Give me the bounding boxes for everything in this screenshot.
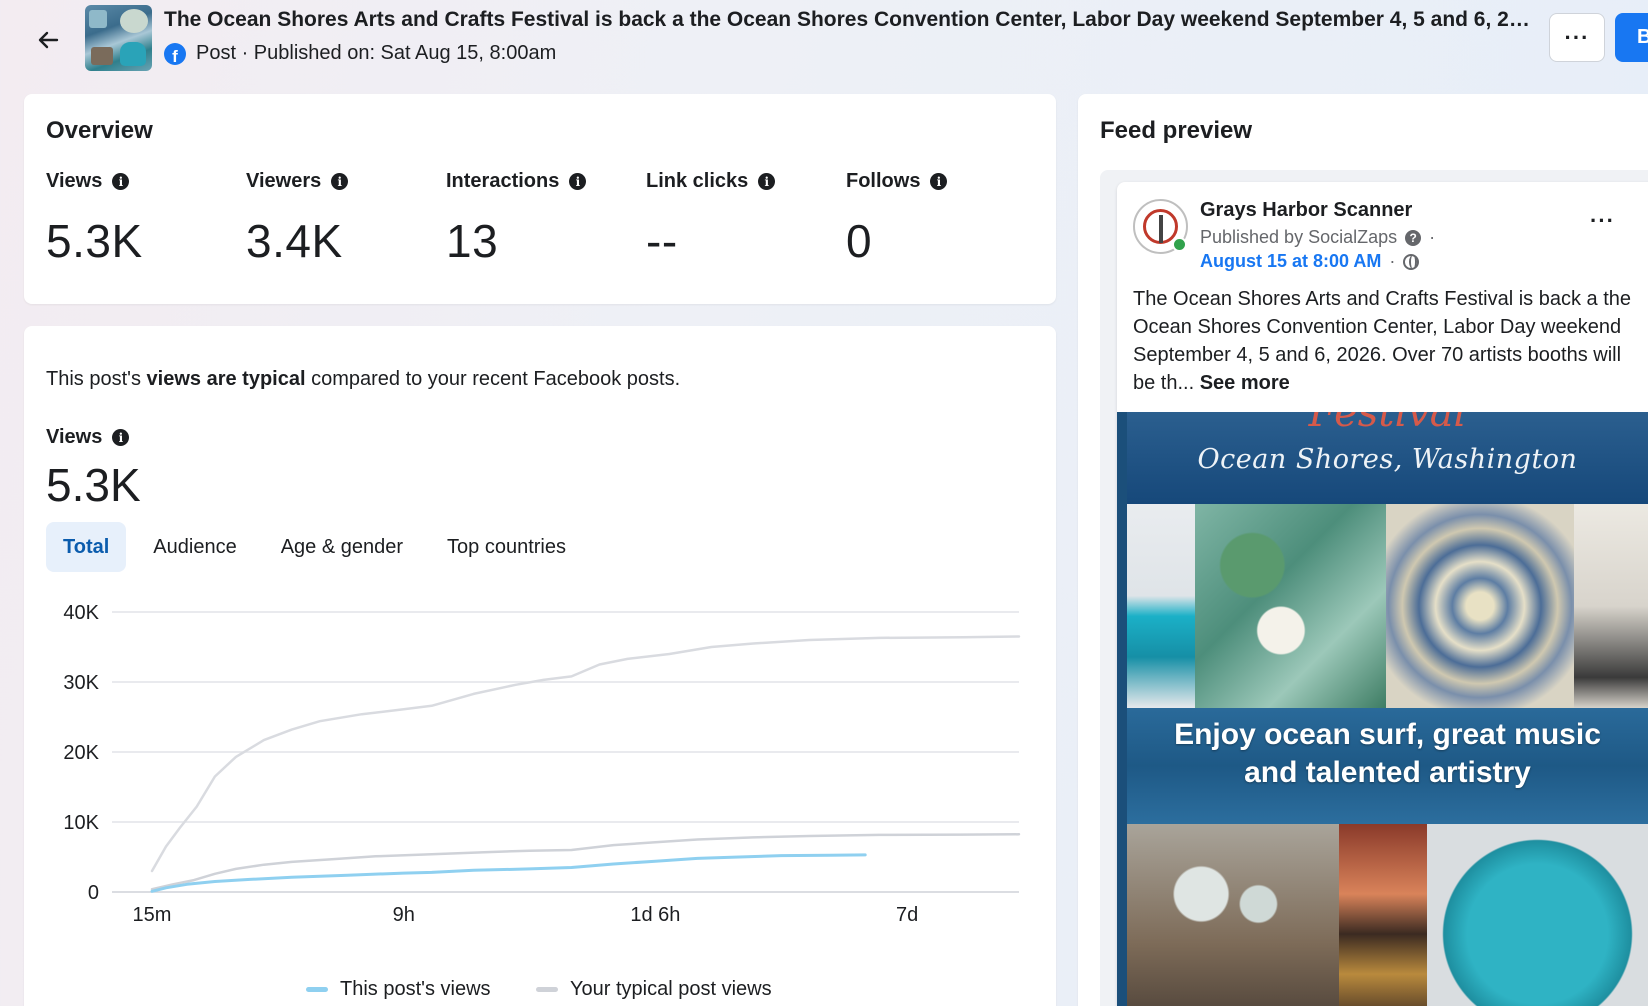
separator-dot: · — [1389, 251, 1396, 271]
metric-views: Views i 5.3K — [46, 170, 142, 267]
views-label: Views i — [46, 426, 130, 449]
metric-link-clicks: Link clicks i -- — [646, 170, 776, 267]
y-tick-label: 0 — [88, 882, 99, 904]
legend-this-post: This post's views — [306, 978, 491, 1001]
info-icon[interactable]: i — [112, 429, 130, 446]
globe-icon — [1403, 253, 1420, 270]
post-meta: f Post · Published on: Sat Aug 15, 8:00a… — [164, 42, 556, 65]
see-more-link[interactable]: See more — [1200, 372, 1290, 394]
breakdown-tabs: Total Audience Age & gender Top countrie… — [46, 522, 583, 572]
lamp-photo — [1339, 824, 1427, 1006]
question-icon[interactable]: ? — [1405, 229, 1422, 246]
image-photo-row-bottom — [1127, 824, 1648, 1006]
post-meta-text: Post · Published on: Sat Aug 15, 8:00am — [196, 42, 557, 64]
tab-audience[interactable]: Audience — [136, 522, 253, 572]
x-tick-label: 1d 6h — [630, 904, 680, 926]
facebook-icon: f — [164, 42, 186, 65]
overview-title: Overview — [46, 117, 153, 144]
tab-total[interactable]: Total — [46, 522, 127, 572]
x-tick-label: 15m — [133, 904, 172, 926]
hummingbird-photo — [1195, 504, 1386, 708]
metric-label: Follows — [846, 170, 921, 192]
tagline-line-1: Enjoy ocean surf, great music — [1174, 718, 1601, 751]
legend-typical: Your typical post views — [536, 978, 772, 1001]
feed-preview-title: Feed preview — [1100, 117, 1253, 144]
post-date-link[interactable]: August 15 at 8:00 AM — [1200, 251, 1381, 272]
series-line-1 — [150, 833, 1021, 891]
legend-label: This post's views — [340, 978, 491, 1000]
y-tick-label: 40K — [63, 602, 99, 624]
image-tagline: Enjoy ocean surf, great music and talente… — [1127, 716, 1648, 792]
post-image[interactable]: Festival Ocean Shores, Washington Enjoy … — [1117, 412, 1648, 1006]
metric-value: 13 — [446, 215, 499, 267]
back-button[interactable] — [30, 22, 66, 58]
legend-label: Your typical post views — [570, 978, 772, 1000]
metric-interactions: Interactions i 13 — [446, 170, 587, 267]
info-icon[interactable]: i — [112, 173, 130, 190]
image-location-text: Ocean Shores, Washington — [1197, 444, 1578, 475]
y-tick-label: 20K — [63, 742, 99, 764]
info-icon[interactable]: i — [930, 173, 948, 190]
overview-card — [24, 94, 1056, 304]
online-status-dot — [1172, 237, 1187, 252]
views-line-chart: 40K 30K 20K 10K 0 15m 9h 1d 6h 7d — [63, 602, 1021, 926]
summary-suffix: compared to your recent Facebook posts. — [305, 368, 681, 390]
metric-label: Viewers — [246, 170, 322, 192]
post-title: The Ocean Shores Arts and Crafts Festiva… — [164, 8, 1534, 31]
metric-follows: Follows i 0 — [846, 170, 948, 267]
post-text: The Ocean Shores Arts and Crafts Festiva… — [1133, 285, 1633, 397]
metric-label: Link clicks — [646, 170, 749, 192]
sculpture-photo — [1574, 504, 1648, 708]
summary-prefix: This post's — [46, 368, 147, 390]
metric-label: Interactions — [446, 170, 560, 192]
pendant-photo — [1127, 504, 1195, 708]
tagline-line-2: and talented artistry — [1244, 756, 1531, 789]
metric-viewers: Viewers i 3.4K — [246, 170, 349, 267]
tab-age-gender[interactable]: Age & gender — [264, 522, 420, 572]
metric-value: -- — [646, 215, 678, 267]
views-label-text: Views — [46, 426, 103, 448]
x-tick-label: 7d — [896, 904, 918, 926]
metric-value: 3.4K — [246, 215, 343, 267]
views-value: 5.3K — [46, 459, 141, 511]
metric-value: 5.3K — [46, 215, 143, 267]
published-by: Published by SocialZaps ? · — [1200, 227, 1435, 248]
info-icon[interactable]: i — [569, 173, 587, 190]
metric-value: 0 — [846, 215, 873, 267]
primary-action-button[interactable]: B — [1615, 13, 1648, 62]
arrow-left-icon — [38, 31, 59, 49]
glass-plate-photo — [1386, 504, 1574, 708]
x-tick-label: 9h — [393, 904, 415, 926]
tab-top-countries[interactable]: Top countries — [430, 522, 583, 572]
driftwood-photo — [1127, 824, 1339, 1006]
y-tick-label: 30K — [63, 672, 99, 694]
legend-swatch — [536, 987, 558, 992]
published-by-text: Published by SocialZaps — [1200, 227, 1398, 247]
metric-label: Views — [46, 170, 103, 192]
info-icon[interactable]: i — [331, 173, 349, 190]
post-thumbnail — [85, 5, 152, 71]
summary-bold: views are typical — [146, 368, 306, 390]
y-tick-label: 10K — [63, 812, 99, 834]
info-icon[interactable]: i — [758, 173, 776, 190]
legend-swatch — [306, 987, 328, 992]
series-line-0 — [150, 853, 867, 893]
image-photo-row-top — [1127, 504, 1648, 708]
separator-dot: · — [1429, 227, 1436, 247]
page-name[interactable]: Grays Harbor Scanner — [1200, 199, 1412, 222]
performance-summary: This post's views are typical compared t… — [46, 368, 680, 391]
post-more-icon[interactable]: ··· — [1590, 208, 1615, 234]
basket-photo — [1427, 824, 1648, 1006]
image-festival-word: Festival — [1308, 412, 1467, 436]
more-options-button[interactable]: ··· — [1549, 13, 1605, 62]
post-date: August 15 at 8:00 AM · — [1200, 251, 1420, 272]
